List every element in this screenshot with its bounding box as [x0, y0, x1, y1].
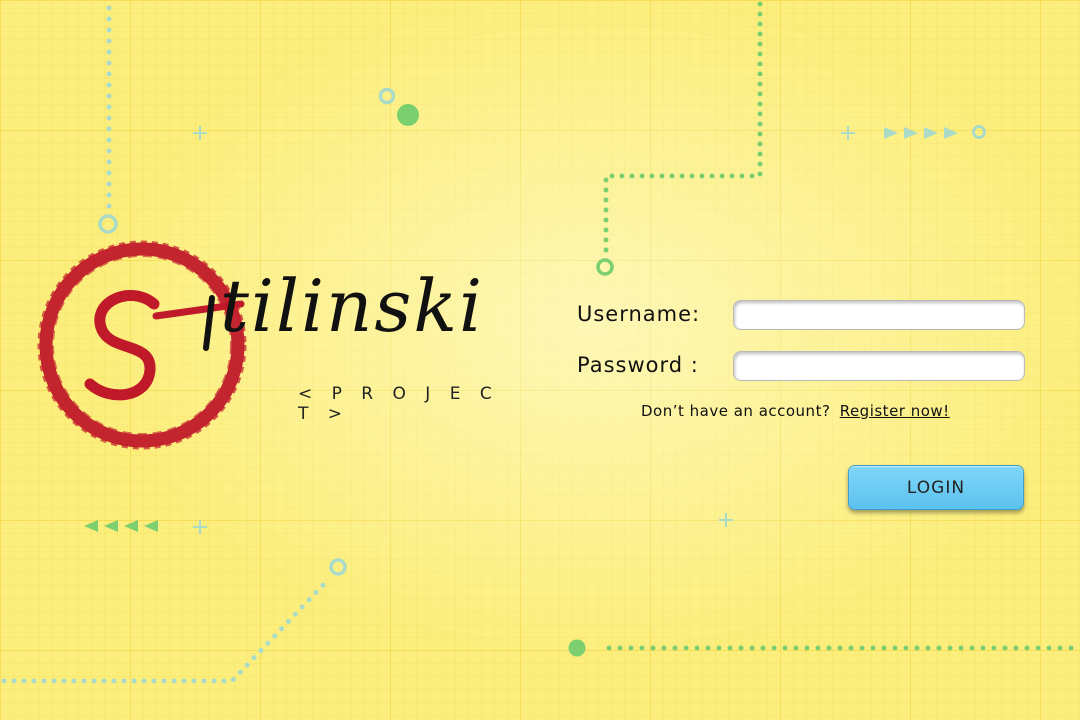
arrow-marks — [884, 127, 958, 139]
arrow-marks — [84, 520, 158, 532]
ring-node — [329, 558, 347, 576]
plus-mark — [841, 126, 855, 140]
username-input[interactable] — [733, 300, 1025, 330]
ring-node — [596, 258, 614, 276]
password-input[interactable] — [733, 351, 1025, 381]
login-button[interactable]: LOGIN — [848, 465, 1024, 510]
dotted-path — [603, 1, 763, 257]
dot-node — [397, 104, 419, 126]
register-link[interactable]: Register now! — [840, 402, 950, 420]
logo-wordmark: tilinski — [220, 264, 484, 348]
logo-letter-s — [84, 290, 160, 401]
logo-subtitle: < P R O J E C T > — [298, 384, 499, 424]
dot-node — [568, 639, 586, 657]
dotted-path — [1, 579, 329, 684]
register-prompt-row: Don’t have an account? Register now! — [641, 402, 950, 420]
plus-mark — [193, 126, 207, 140]
ring-node — [98, 214, 118, 234]
plus-mark — [719, 513, 733, 527]
ring-node — [378, 87, 396, 105]
stilinski-logo: tilinski < P R O J E C T > — [36, 238, 516, 458]
username-label: Username: — [577, 302, 701, 326]
plus-mark — [193, 520, 207, 534]
ring-node — [972, 125, 986, 139]
register-prompt-text: Don’t have an account? — [641, 402, 831, 420]
password-label: Password : — [577, 353, 699, 377]
